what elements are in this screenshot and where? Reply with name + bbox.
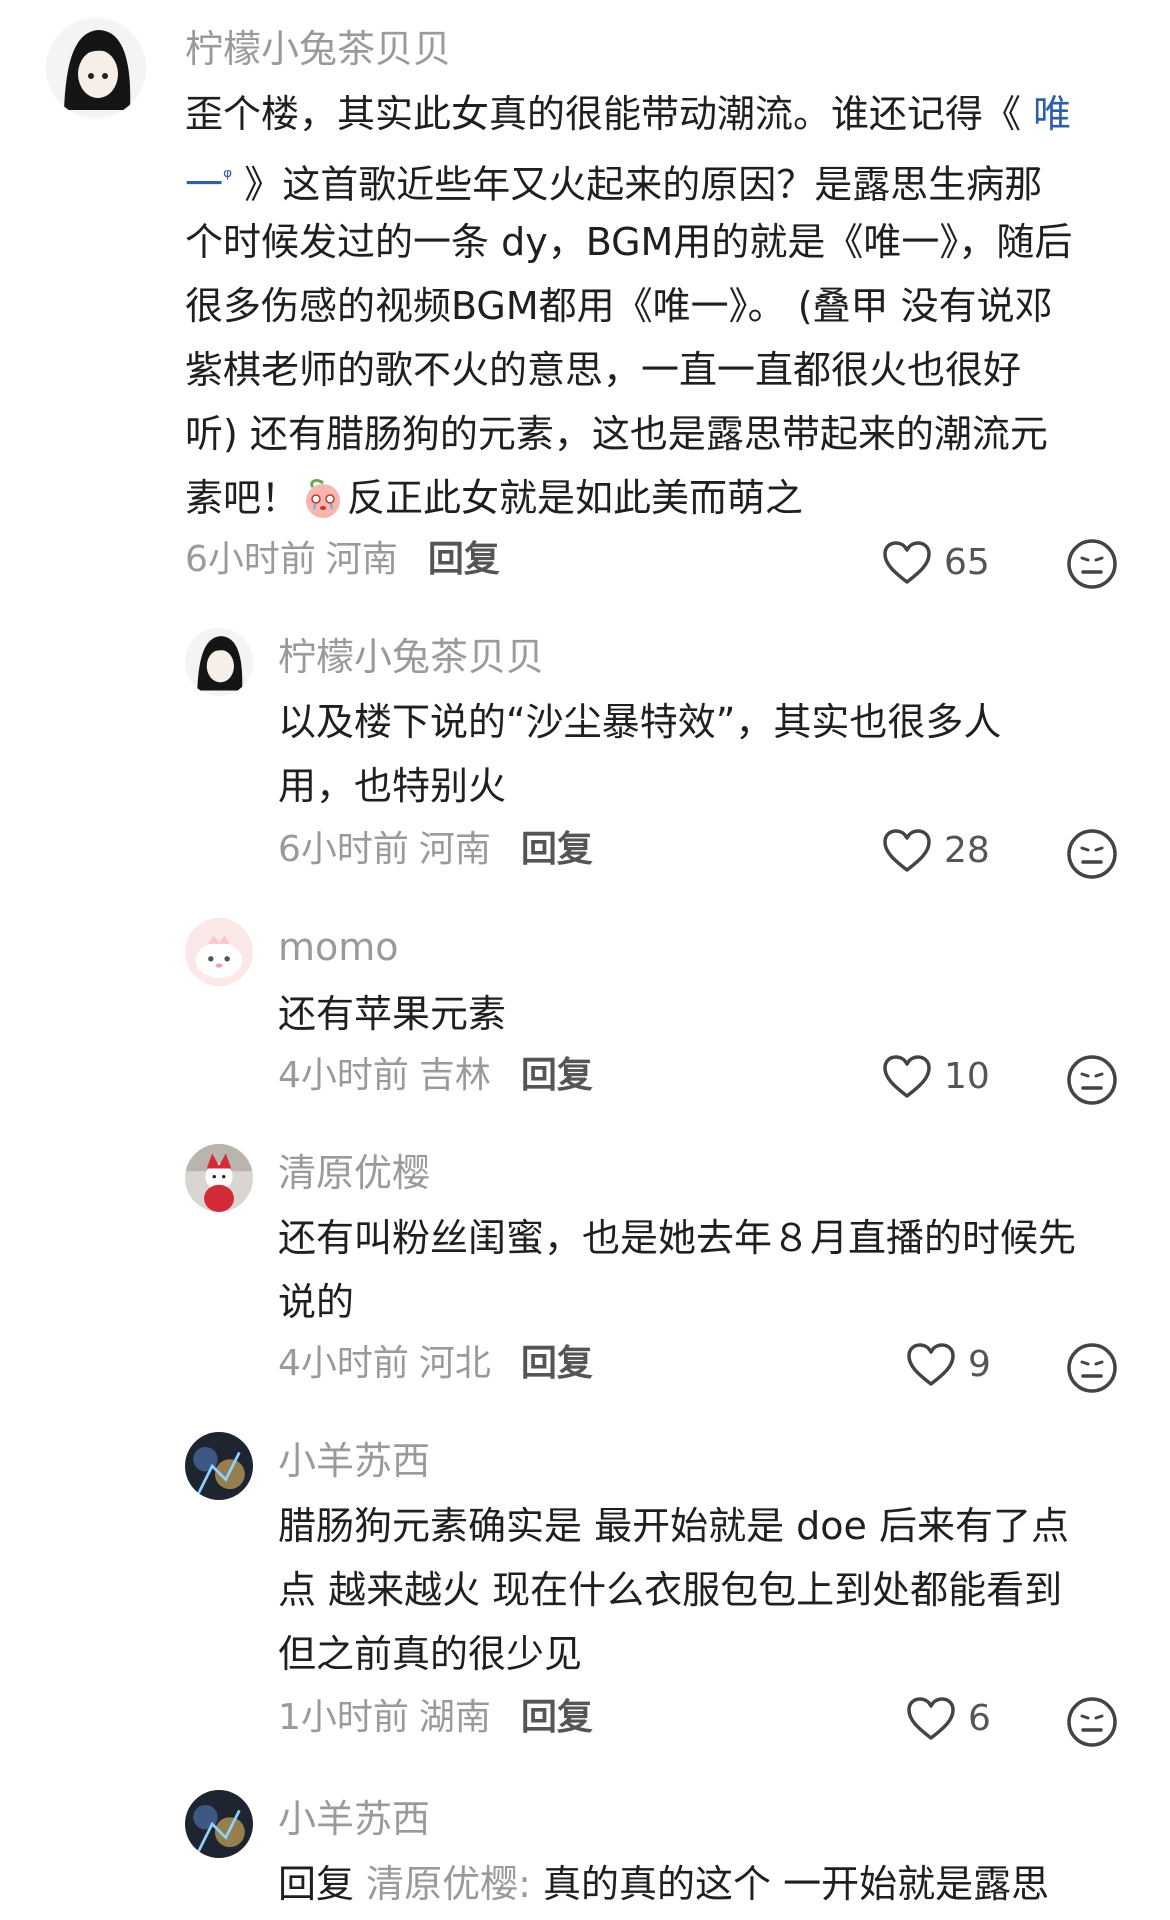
comment-text: 歪个楼，其实此女真的很能带动潮流。谁还记得《 唯 一ᵠ 》这首歌近些年又火起来的… <box>185 82 1072 530</box>
comment-meta: 6小时前 河南 回复 <box>278 832 593 868</box>
heart-outline-icon <box>907 1697 955 1740</box>
heart-outline-icon <box>883 541 931 584</box>
like-button[interactable]: 65 <box>882 540 990 586</box>
avatar[interactable] <box>185 918 253 986</box>
comment-line: 紫棋老师的歌不火的意思，一直一直都很火也很好 <box>185 348 1022 392</box>
comment-text: 回复 清原优樱: 真的真的这个 一开始就是露思 <box>278 1852 1049 1916</box>
avatar[interactable] <box>185 1432 253 1500</box>
reply-button[interactable]: 回复 <box>521 1055 593 1096</box>
comment-meta: 4小时前 河北 回复 <box>278 1346 593 1382</box>
neutral-face-icon[interactable] <box>1066 828 1118 880</box>
comment-text: 以及楼下说的“沙尘暴特效”，其实也很多人 用，也特别火 <box>278 690 1001 818</box>
comment-line: 回复 清原优樱: 真的真的这个 一开始就是露思 <box>278 1862 1050 1906</box>
neutral-face-icon[interactable] <box>1066 1342 1118 1394</box>
comment-line: 点 越来越火 现在什么衣服包包上到处都能看到 <box>278 1568 1063 1612</box>
comment-meta: 4小时前 吉林 回复 <box>278 1058 593 1094</box>
like-count: 6 <box>968 1698 991 1739</box>
avatar[interactable] <box>185 1790 253 1858</box>
location: 河南 <box>418 829 491 870</box>
comment-line: 用，也特别火 <box>278 764 507 808</box>
neutral-face-icon[interactable] <box>1066 1696 1118 1748</box>
comment-line: 腊肠狗元素确实是 最开始就是 doe 后来有了点 <box>278 1504 1069 1548</box>
reply-button[interactable]: 回复 <box>521 1343 593 1384</box>
like-count: 28 <box>944 830 990 871</box>
comment-line: 还有苹果元素 <box>278 992 507 1036</box>
username[interactable]: momo <box>278 928 399 966</box>
timestamp: 1小时前 <box>278 1697 409 1738</box>
username[interactable]: 小羊苏西 <box>278 1800 430 1838</box>
like-button[interactable]: 28 <box>882 828 990 874</box>
comment-meta: 1小时前 湖南 回复 <box>278 1700 593 1736</box>
comment-line: 个时候发过的一条 dy，BGM用的就是《唯一》，随后 <box>185 220 1073 264</box>
like-count: 9 <box>968 1344 991 1385</box>
song-keyword-link-tail[interactable]: 一 <box>185 163 223 207</box>
username[interactable]: 柠檬小兔茶贝贝 <box>185 30 451 68</box>
reply-prefix: 回复 <box>278 1862 355 1906</box>
comment-text: 还有苹果元素 <box>278 982 506 1046</box>
comment-meta: 6小时前 河南 回复 <box>185 542 500 578</box>
reply-target-username[interactable]: 清原优樱: <box>366 1862 531 1906</box>
timestamp: 6小时前 <box>278 829 409 870</box>
avatar[interactable] <box>185 628 253 696</box>
like-button[interactable]: 9 <box>906 1342 991 1388</box>
heart-outline-icon <box>907 1343 955 1386</box>
comment-line: 一ᵠ 》这首歌近些年又火起来的原因？是露思生病那 <box>185 162 1043 207</box>
username[interactable]: 柠檬小兔茶贝贝 <box>278 638 544 676</box>
avatar[interactable] <box>185 1144 253 1212</box>
comment-line: 以及楼下说的“沙尘暴特效”，其实也很多人 <box>278 700 1002 744</box>
like-button[interactable]: 6 <box>906 1696 991 1742</box>
like-count: 10 <box>944 1056 990 1097</box>
reply-button[interactable]: 回复 <box>521 829 593 870</box>
reply-button[interactable]: 回复 <box>521 1697 593 1738</box>
comment-line: 但之前真的很少见 <box>278 1632 583 1676</box>
timestamp: 4小时前 <box>278 1055 409 1096</box>
search-icon[interactable]: ᵠ <box>223 165 232 190</box>
heart-outline-icon <box>883 1055 931 1098</box>
location: 吉林 <box>418 1055 491 1096</box>
reply-button[interactable]: 回复 <box>428 539 500 580</box>
comment-line: 还有叫粉丝闺蜜，也是她去年８月直播的时候先 <box>278 1216 1077 1260</box>
heart-outline-icon <box>883 829 931 872</box>
avatar[interactable] <box>46 18 146 118</box>
location: 河南 <box>325 539 398 580</box>
like-count: 65 <box>944 542 990 583</box>
song-keyword-link[interactable]: 唯 <box>1033 92 1071 136</box>
comment-line: 歪个楼，其实此女真的很能带动潮流。谁还记得《 唯 <box>185 92 1072 136</box>
username[interactable]: 小羊苏西 <box>278 1442 430 1480</box>
location: 湖南 <box>418 1697 491 1738</box>
username[interactable]: 清原优樱 <box>278 1154 430 1192</box>
location: 河北 <box>418 1343 491 1384</box>
like-button[interactable]: 10 <box>882 1054 990 1100</box>
crying-peach-emoji <box>301 474 345 518</box>
neutral-face-icon[interactable] <box>1066 538 1118 590</box>
comment-text: 还有叫粉丝闺蜜，也是她去年８月直播的时候先 说的 <box>278 1206 1076 1334</box>
comment-text: 腊肠狗元素确实是 最开始就是 doe 后来有了点 点 越来越火 现在什么衣服包包… <box>278 1494 1069 1686</box>
comment-line: 听) 还有腊肠狗的元素，这也是露思带起来的潮流元 <box>185 412 1048 456</box>
timestamp: 4小时前 <box>278 1343 409 1384</box>
timestamp: 6小时前 <box>185 539 316 580</box>
comment-line: 很多伤感的视频BGM都用《唯一》。 (叠甲 没有说邓 <box>185 284 1053 328</box>
comment-line: 素吧！ 反正此女就是如此美而萌之 <box>185 474 804 520</box>
neutral-face-icon[interactable] <box>1066 1054 1118 1106</box>
comment-line: 说的 <box>278 1280 355 1324</box>
